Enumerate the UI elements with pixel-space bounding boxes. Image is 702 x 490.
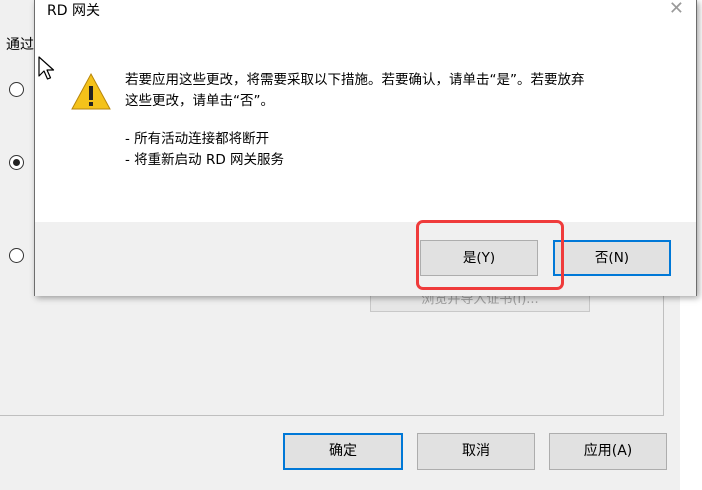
- mouse-cursor-icon: [38, 56, 55, 80]
- radio-option-3[interactable]: [9, 248, 24, 263]
- bullet-connections: - 所有活动连接都将断开: [125, 131, 270, 147]
- close-icon[interactable]: ✕: [669, 0, 684, 19]
- warning-triangle-icon: [71, 72, 111, 110]
- yes-button[interactable]: 是(Y): [420, 240, 538, 276]
- message-line-1: 若要应用这些更改，将需要采取以下措施。若要确认，请单击“是”。若要放弃: [125, 72, 585, 88]
- rd-gateway-dialog: RD 网关 ✕ 若要应用这些更改，将需要采取以下措施。若要确认，请单击“是”。若…: [34, 0, 697, 296]
- radio-option-1[interactable]: [9, 82, 24, 97]
- cancel-button[interactable]: 取消: [417, 433, 535, 470]
- ok-button[interactable]: 确定: [283, 433, 403, 470]
- transport-label: 通过: [6, 37, 34, 53]
- radio-option-2[interactable]: [9, 155, 24, 170]
- no-button[interactable]: 否(N): [553, 240, 671, 276]
- dialog-message: 若要应用这些更改，将需要采取以下措施。若要确认，请单击“是”。若要放弃 这些更改…: [125, 70, 670, 171]
- dialog-title: RD 网关: [47, 3, 100, 19]
- dialog-button-bar: 是(Y) 否(N): [35, 222, 696, 296]
- screen: 通过 浏览并导入证书(I)... 确定 取消 应用(A) RD 网关 ✕ 若要应…: [0, 0, 702, 490]
- message-line-2: 这些更改，请单击“否”。: [125, 93, 274, 109]
- bullet-restart-service: - 将重新启动 RD 网关服务: [125, 152, 285, 168]
- apply-button[interactable]: 应用(A): [549, 433, 667, 470]
